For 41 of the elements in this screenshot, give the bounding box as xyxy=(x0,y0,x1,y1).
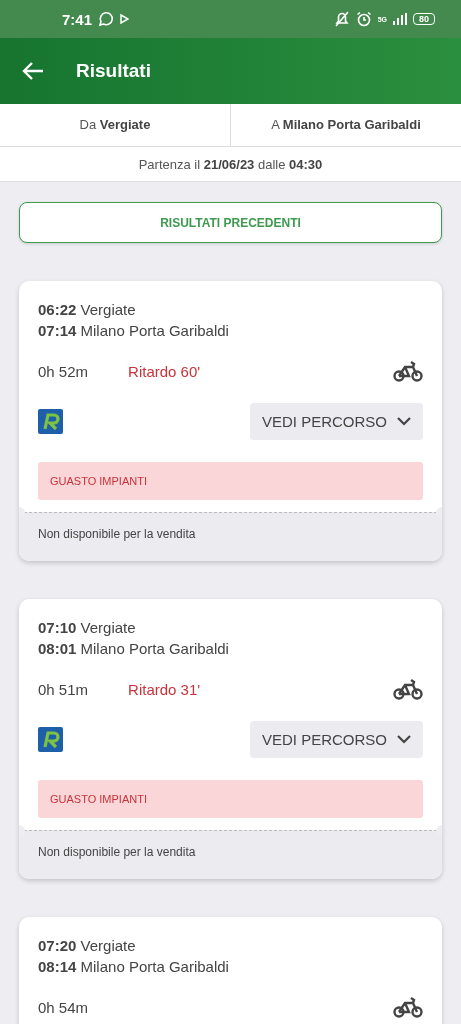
destination-field[interactable]: A Milano Porta Garibaldi xyxy=(231,104,461,146)
arrival-line: 07:14 Milano Porta Garibaldi xyxy=(38,321,230,341)
arrival-line: 08:14 Milano Porta Garibaldi xyxy=(38,957,230,977)
alarm-icon xyxy=(355,11,372,27)
play-icon xyxy=(120,14,130,24)
muted-bell-icon xyxy=(333,11,350,27)
delay-status: Ritardo 31' xyxy=(128,680,201,698)
back-arrow-icon xyxy=(22,61,44,81)
bicycle-icon xyxy=(393,678,423,700)
arrival-line: 08:01 Milano Porta Garibaldi xyxy=(38,639,230,659)
clock: 7:41 xyxy=(62,10,93,28)
bicycle-icon xyxy=(393,360,423,382)
duration: 0h 54m xyxy=(38,998,89,1016)
previous-results-button[interactable]: RISULTATI PRECEDENTI xyxy=(19,202,442,243)
delay-status: Ritardo 60' xyxy=(128,362,201,380)
chevron-down-icon xyxy=(397,417,411,426)
screen-title: Risultati xyxy=(76,60,151,82)
chat-icon xyxy=(98,11,115,27)
chevron-down-icon xyxy=(397,735,411,744)
result-card[interactable]: 07:20 Vergiate 08:14 Milano Porta Garibaldi 0h 54m xyxy=(19,917,442,1024)
view-route-button[interactable]: VEDI PERCORSO xyxy=(249,403,423,440)
train-logo-icon xyxy=(38,727,63,752)
duration: 0h 51m xyxy=(38,680,89,698)
departure-info: Partenza il 21/06/23 dalle 04:30 xyxy=(138,156,323,172)
availability-note: Non disponibile per la vendita xyxy=(19,830,442,879)
bicycle-icon xyxy=(393,996,423,1018)
duration: 0h 52m xyxy=(38,362,89,380)
departure-line: 07:20 Vergiate xyxy=(38,936,137,956)
result-card[interactable]: 07:10 Vergiate 08:01 Milano Porta Garibaldi 0h 51m Ritardo 31' VEDI PERCORSO GUASTO IMPIANTI Non disponibile per la vendita xyxy=(19,599,442,879)
train-logo-icon xyxy=(38,409,63,434)
alert-banner: GUASTO IMPIANTI xyxy=(38,462,423,500)
availability-note: Non disponibile per la vendita xyxy=(19,512,442,561)
view-route-button[interactable]: VEDI PERCORSO xyxy=(249,721,423,758)
result-card[interactable]: 06:22 Vergiate 07:14 Milano Porta Garibaldi 0h 52m Ritardo 60' VEDI PERCORSO GUASTO IMPIANTI Non disponibile per la vendita xyxy=(19,281,442,561)
departure-line: 07:10 Vergiate xyxy=(38,618,137,638)
origin-field[interactable]: Da Vergiate xyxy=(0,104,231,146)
departure-line: 06:22 Vergiate xyxy=(38,300,137,320)
signal-icon xyxy=(393,13,407,25)
alert-banner: GUASTO IMPIANTI xyxy=(38,780,423,818)
back-button[interactable] xyxy=(22,61,44,81)
battery-level: 80 xyxy=(413,13,435,25)
